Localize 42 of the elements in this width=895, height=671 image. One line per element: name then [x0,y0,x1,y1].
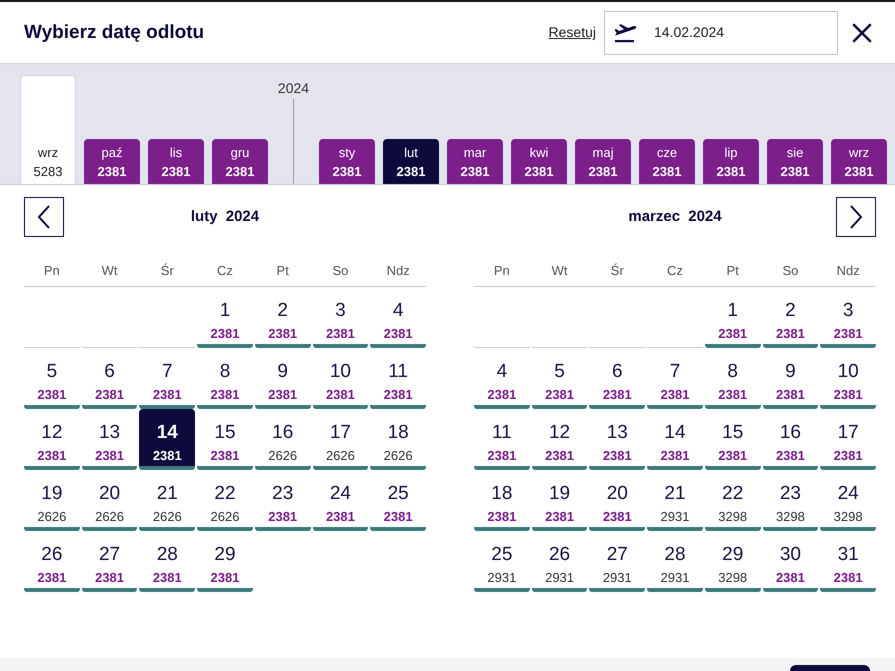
chevron-left-icon [37,205,51,229]
month-tab[interactable]: wrz 2381 [831,139,887,184]
next-month-button[interactable] [836,197,876,237]
day-cell[interactable]: 14 2381 [139,409,196,470]
month-tab[interactable]: lut 2381 [383,139,439,184]
previous-month-button[interactable] [24,197,64,237]
month-title: luty 2024 [190,206,260,227]
dialog-title: Wybierz datę odlotu [24,20,204,44]
month-tab[interactable]: sty 2381 [319,139,375,184]
weekday-label: Pt [276,263,289,280]
weekday-label: So [332,263,348,280]
date-field[interactable]: 14.02.2024 [604,10,838,54]
month-tab[interactable]: kwi 2381 [511,139,567,184]
weekday-label: Pn [44,263,60,280]
weekday-label: Wt [552,263,568,280]
month-tab[interactable]: maj 2381 [575,139,631,184]
close-icon [852,22,872,42]
airplane-takeoff-icon [613,22,637,42]
month-tab[interactable]: lip 2381 [703,139,759,184]
month-tab[interactable]: gru 2381 [212,139,268,184]
year-label: 2024 [278,79,310,97]
weekday-label: Ndz [386,263,410,280]
weekday-label: Śr [160,263,174,280]
weekday-label: Wt [102,263,118,280]
weekday-label: Śr [610,263,624,280]
weekday-label: Pt [726,263,739,280]
weekday-label: Pn [494,263,510,280]
month-tab[interactable]: mar 2381 [447,139,503,184]
weekday-label: Cz [217,263,233,280]
month-tab[interactable]: cze 2381 [639,139,695,184]
close-button[interactable] [852,22,872,42]
month-tab[interactable]: wrz 5283 [20,75,76,184]
month-tab[interactable]: paź 2381 [84,139,140,184]
month-title: marzec 2024 [628,206,722,227]
month-tab[interactable]: sie 2381 [767,139,823,184]
footer-button[interactable] [790,665,870,671]
chevron-right-icon [849,205,863,229]
reset-link[interactable]: Resetuj [548,22,596,43]
weekday-label: Cz [667,263,683,280]
month-tab[interactable]: lis 2381 [148,139,204,184]
weekday-label: Ndz [836,263,860,280]
weekday-label: So [782,263,798,280]
